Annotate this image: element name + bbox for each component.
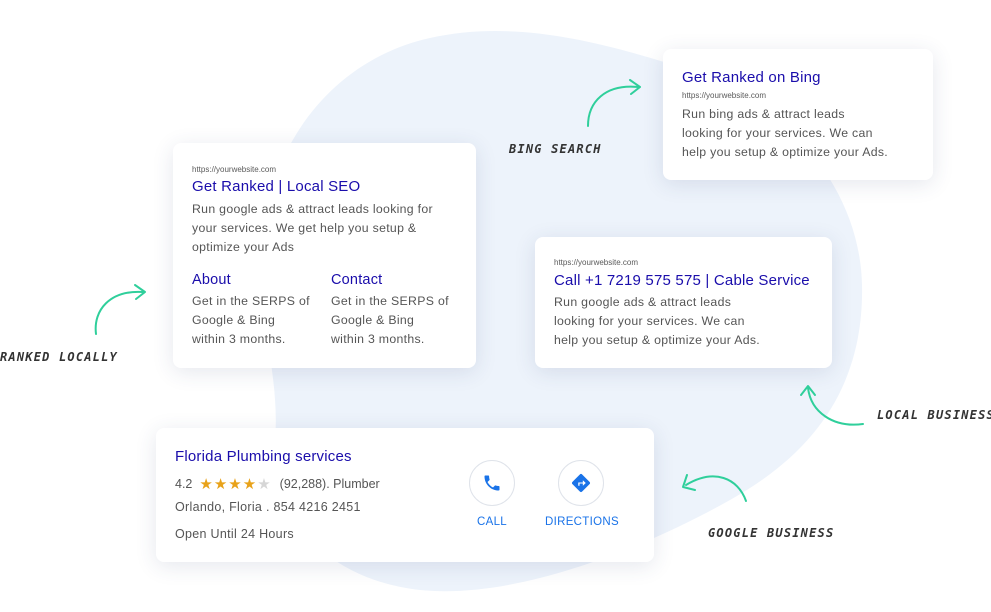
sitelink-contact: Contact Get in the SERPS of Google & Bin…	[331, 272, 449, 349]
description-line: Run google ads & attract leads looking f…	[192, 202, 433, 216]
rating-value: 4.2	[175, 477, 193, 491]
seo-ad-url: https://yourwebsite.com	[192, 165, 277, 174]
description-line: Run google ads & attract leads	[554, 295, 732, 309]
curved-arrow-icon	[587, 79, 641, 127]
description-line: Run bing ads & attract leads	[682, 107, 845, 121]
bing-ad-url: https://yourwebsite.com	[682, 91, 767, 100]
sitelink-line: within 3 months.	[192, 332, 286, 346]
bing-ad-card: Get Ranked on Bing https://yourwebsite.c…	[663, 49, 933, 180]
directions-button[interactable]	[558, 460, 604, 506]
bing-search-annotation: BING SEARCH	[509, 142, 602, 156]
call-ad-description: Run google ads & attract leads looking f…	[554, 293, 760, 350]
sitelink-about-title[interactable]: About	[192, 272, 310, 288]
description-line: looking for your services. We can	[682, 126, 873, 140]
seo-ad-description: Run google ads & attract leads looking f…	[192, 200, 433, 257]
ranked-locally-annotation: RANKED LOCALLY	[0, 350, 118, 364]
star-icon: ★	[213, 476, 229, 493]
sitelink-line: Google & Bing	[331, 313, 415, 327]
business-rating-row: 4.2 ★★★★★ (92,288). Plumber	[175, 475, 380, 493]
sitelink-line: Get in the SERPS of	[331, 294, 449, 308]
description-line: looking for your services. We can	[554, 314, 745, 328]
review-count: (92,288). Plumber	[279, 477, 380, 491]
star-icon: ★	[257, 476, 272, 493]
sitelink-contact-text: Get in the SERPS of Google & Bing within…	[331, 292, 449, 349]
bing-ad-description: Run bing ads & attract leads looking for…	[682, 105, 888, 162]
description-line: optimize your Ads	[192, 240, 295, 254]
sitelink-line: Get in the SERPS of	[192, 294, 310, 308]
call-ad-card: https://yourwebsite.com Call +1 7219 575…	[535, 237, 832, 368]
directions-icon	[572, 474, 590, 492]
business-hours: Open Until 24 Hours	[175, 527, 294, 541]
description-line: help you setup & optimize your Ads.	[554, 333, 760, 347]
rating-stars: ★★★★★	[199, 475, 271, 493]
sitelink-line: Google & Bing	[192, 313, 276, 327]
business-address: Orlando, Floria . 854 4216 2451	[175, 500, 361, 514]
sitelink-line: within 3 months.	[331, 332, 425, 346]
call-button[interactable]	[469, 460, 515, 506]
directions-label[interactable]: DIRECTIONS	[545, 516, 619, 528]
phone-icon	[484, 475, 500, 491]
call-ad-url: https://yourwebsite.com	[554, 258, 639, 267]
curved-arrow-icon	[800, 385, 864, 426]
local-business-annotation: LOCAL BUSINESS	[877, 408, 991, 422]
curved-arrow-icon	[682, 474, 747, 502]
bing-ad-title[interactable]: Get Ranked on Bing	[682, 69, 821, 86]
local-seo-ad-card: https://yourwebsite.com Get Ranked | Loc…	[173, 143, 476, 368]
star-icon: ★	[199, 476, 214, 493]
seo-ad-title[interactable]: Get Ranked | Local SEO	[192, 178, 360, 195]
description-line: your services. We get help you setup &	[192, 221, 417, 235]
sitelink-contact-title[interactable]: Contact	[331, 272, 449, 288]
sitelink-about-text: Get in the SERPS of Google & Bing within…	[192, 292, 310, 349]
call-ad-title[interactable]: Call +1 7219 575 575 | Cable Service	[554, 272, 810, 289]
business-name[interactable]: Florida Plumbing services	[175, 448, 352, 465]
call-label[interactable]: CALL	[477, 516, 507, 528]
star-icon: ★	[242, 476, 258, 493]
sitelink-about: About Get in the SERPS of Google & Bing …	[192, 272, 310, 349]
description-line: help you setup & optimize your Ads.	[682, 145, 888, 159]
curved-arrow-icon	[94, 284, 146, 335]
google-business-card: Florida Plumbing services 4.2 ★★★★★ (92,…	[156, 428, 654, 562]
star-icon: ★	[228, 476, 243, 493]
google-business-annotation: GOOGLE BUSINESS	[708, 526, 835, 540]
